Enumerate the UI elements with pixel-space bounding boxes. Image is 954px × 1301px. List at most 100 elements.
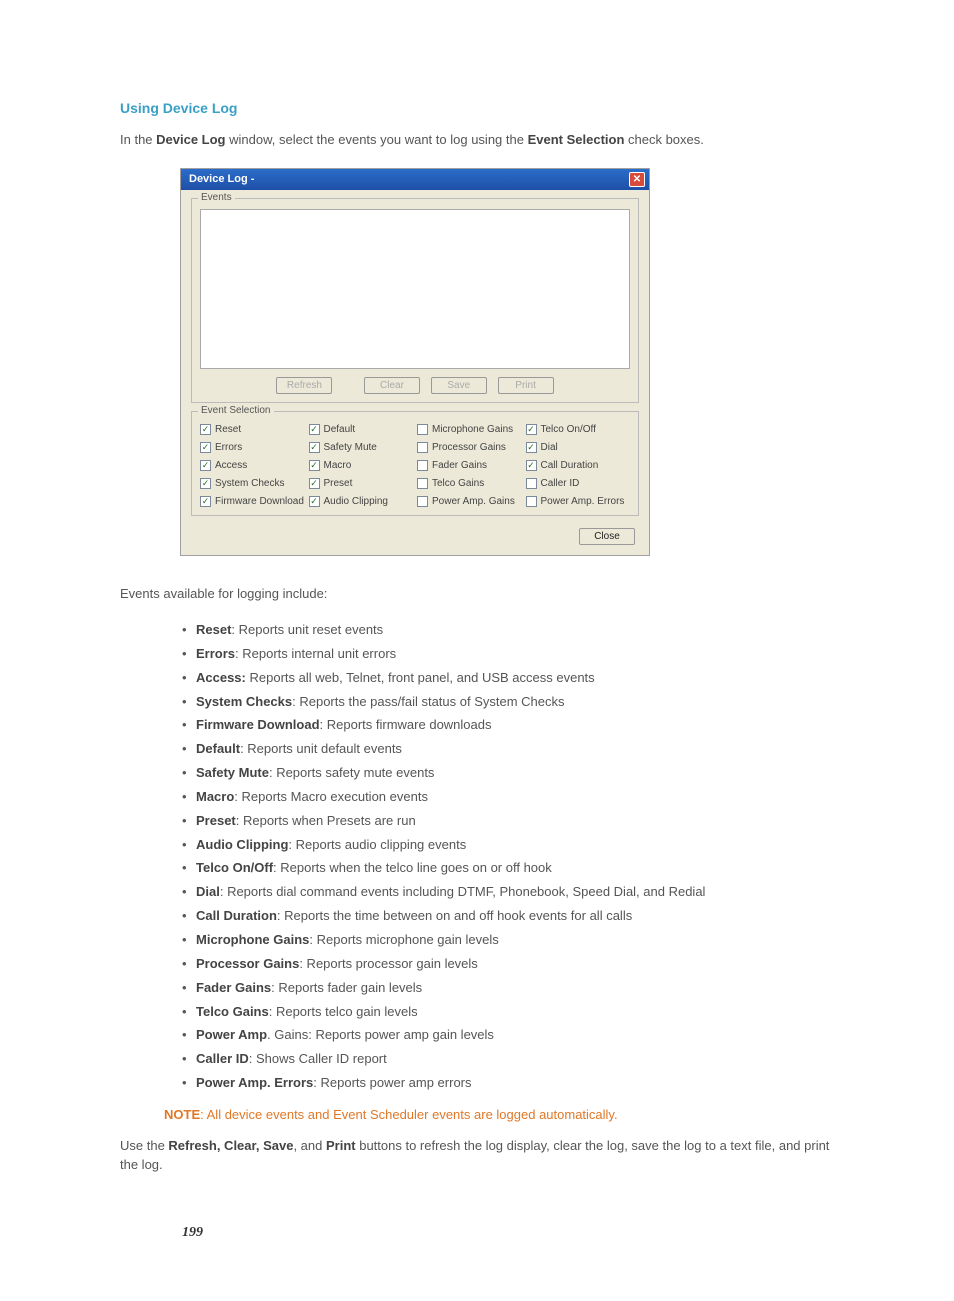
event-name: Dial (196, 884, 220, 899)
save-button[interactable]: Save (431, 377, 487, 394)
checkbox-power-amp-errors[interactable]: Power Amp. Errors (526, 496, 631, 507)
checkbox-caller-id[interactable]: Caller ID (526, 478, 631, 489)
checkbox-default[interactable]: ✓ Default (309, 424, 414, 435)
event-desc: : Reports internal unit errors (235, 646, 396, 661)
event-desc: : Reports the pass/fail status of System… (292, 694, 564, 709)
checkbox-box[interactable]: ✓ (200, 442, 211, 453)
event-name: Microphone Gains (196, 932, 309, 947)
event-name: Processor Gains (196, 956, 299, 971)
event-name: Caller ID (196, 1051, 249, 1066)
list-item: Reset: Reports unit reset events (182, 621, 834, 640)
event-name: Call Duration (196, 908, 277, 923)
checkbox-call-duration[interactable]: ✓ Call Duration (526, 460, 631, 471)
checkbox-box[interactable]: ✓ (200, 496, 211, 507)
event-desc: : Reports unit reset events (231, 622, 383, 637)
checkbox-preset[interactable]: ✓ Preset (309, 478, 414, 489)
text: window, select the events you want to lo… (226, 132, 528, 147)
checkbox-firmware-download[interactable]: ✓ Firmware Download (200, 496, 305, 507)
text: Use the (120, 1138, 168, 1153)
text-bold: Event Selection (528, 132, 625, 147)
checkbox-label: Call Duration (541, 460, 599, 471)
close-icon[interactable]: ✕ (629, 172, 645, 187)
list-item: Caller ID: Shows Caller ID report (182, 1050, 834, 1069)
checkbox-label: Safety Mute (324, 442, 377, 453)
checkbox-box[interactable]: ✓ (309, 478, 320, 489)
checkbox-label: Caller ID (541, 478, 580, 489)
checkbox-label: Processor Gains (432, 442, 506, 453)
event-name: Safety Mute (196, 765, 269, 780)
checkbox-audio-clipping[interactable]: ✓Audio Clipping (309, 496, 414, 507)
checkbox-dial[interactable]: ✓Dial (526, 442, 631, 453)
checkbox-box[interactable]: ✓ (526, 424, 537, 435)
checkbox-box[interactable]: ✓ (309, 442, 320, 453)
checkbox-label: Default (324, 424, 356, 435)
event-name: Power Amp (196, 1027, 267, 1042)
log-textarea[interactable] (200, 209, 630, 369)
dialog-titlebar: Device Log - ✕ (181, 169, 649, 190)
checkbox-box[interactable]: ✓ (200, 460, 211, 471)
checkbox-box[interactable] (526, 496, 537, 507)
event-name: Reset (196, 622, 231, 637)
event-name: Macro (196, 789, 234, 804)
checkbox-power-amp-gains[interactable]: Power Amp. Gains (417, 496, 522, 507)
checkbox-label: Errors (215, 442, 242, 453)
event-name: Power Amp. Errors (196, 1075, 313, 1090)
checkbox-safety-mute[interactable]: ✓ Safety Mute (309, 442, 414, 453)
checkbox-access[interactable]: ✓ Access (200, 460, 305, 471)
checkbox-errors[interactable]: ✓ Errors (200, 442, 305, 453)
event-desc: : Reports when the telco line goes on or… (273, 860, 552, 875)
checkbox-label: Access (215, 460, 247, 471)
note-text: : All device events and Event Scheduler … (200, 1107, 617, 1122)
close-button[interactable]: Close (579, 528, 635, 545)
event-desc: . Gains: Reports power amp gain levels (267, 1027, 494, 1042)
checkbox-box[interactable]: ✓ (200, 424, 211, 435)
checkbox-telco-gains[interactable]: Telco Gains (417, 478, 522, 489)
checkbox-processor-gains[interactable]: Processor Gains (417, 442, 522, 453)
checkbox-box[interactable] (417, 478, 428, 489)
checkbox-microphone-gains[interactable]: Microphone Gains (417, 424, 522, 435)
checkbox-box[interactable]: ✓ (309, 424, 320, 435)
checkbox-system-checks[interactable]: ✓System Checks (200, 478, 305, 489)
list-item: Firmware Download: Reports firmware down… (182, 716, 834, 735)
checkbox-box[interactable]: ✓ (200, 478, 211, 489)
checkbox-box[interactable]: ✓ (309, 496, 320, 507)
print-button[interactable]: Print (498, 377, 554, 394)
event-desc: : Reports dial command events including … (220, 884, 706, 899)
refresh-button[interactable]: Refresh (276, 377, 332, 394)
list-item: Errors: Reports internal unit errors (182, 645, 834, 664)
checkbox-box[interactable]: ✓ (526, 442, 537, 453)
dialog-title: Device Log - (189, 173, 254, 185)
closing-paragraph: Use the Refresh, Clear, Save, and Print … (120, 1136, 834, 1175)
checkbox-box[interactable] (417, 496, 428, 507)
text-bold: Refresh, Clear, Save (168, 1138, 293, 1153)
checkbox-fader-gains[interactable]: Fader Gains (417, 460, 522, 471)
event-name: Telco Gains (196, 1004, 269, 1019)
event-desc: : Reports telco gain levels (269, 1004, 418, 1019)
checkbox-reset[interactable]: ✓ Reset (200, 424, 305, 435)
clear-button[interactable]: Clear (364, 377, 420, 394)
checkbox-label: Telco Gains (432, 478, 484, 489)
checkbox-box[interactable]: ✓ (526, 460, 537, 471)
checkbox-box[interactable] (526, 478, 537, 489)
checkbox-box[interactable] (417, 442, 428, 453)
checkbox-box[interactable] (417, 424, 428, 435)
checkbox-label: Preset (324, 478, 353, 489)
checkbox-box[interactable] (417, 460, 428, 471)
note-label: NOTE (164, 1107, 200, 1122)
event-desc: : Reports unit default events (240, 741, 402, 756)
checkbox-label: Macro (324, 460, 352, 471)
list-item: Power Amp. Gains: Reports power amp gain… (182, 1026, 834, 1045)
checkbox-label: Fader Gains (432, 460, 487, 471)
note: NOTE: All device events and Event Schedu… (164, 1107, 834, 1122)
checkbox-box[interactable]: ✓ (309, 460, 320, 471)
checkbox-label: Firmware Download (215, 496, 304, 507)
checkbox-telco-on-off[interactable]: ✓Telco On/Off (526, 424, 631, 435)
event-desc: Reports all web, Telnet, front panel, an… (246, 670, 595, 685)
event-selection-group: Event Selection ✓Reset✓DefaultMicrophone… (191, 411, 639, 516)
event-desc: : Reports safety mute events (269, 765, 434, 780)
checkbox-label: Power Amp. Gains (432, 496, 515, 507)
text: check boxes. (624, 132, 704, 147)
event-name: Errors (196, 646, 235, 661)
checkbox-macro[interactable]: ✓ Macro (309, 460, 414, 471)
checkbox-label: Reset (215, 424, 241, 435)
